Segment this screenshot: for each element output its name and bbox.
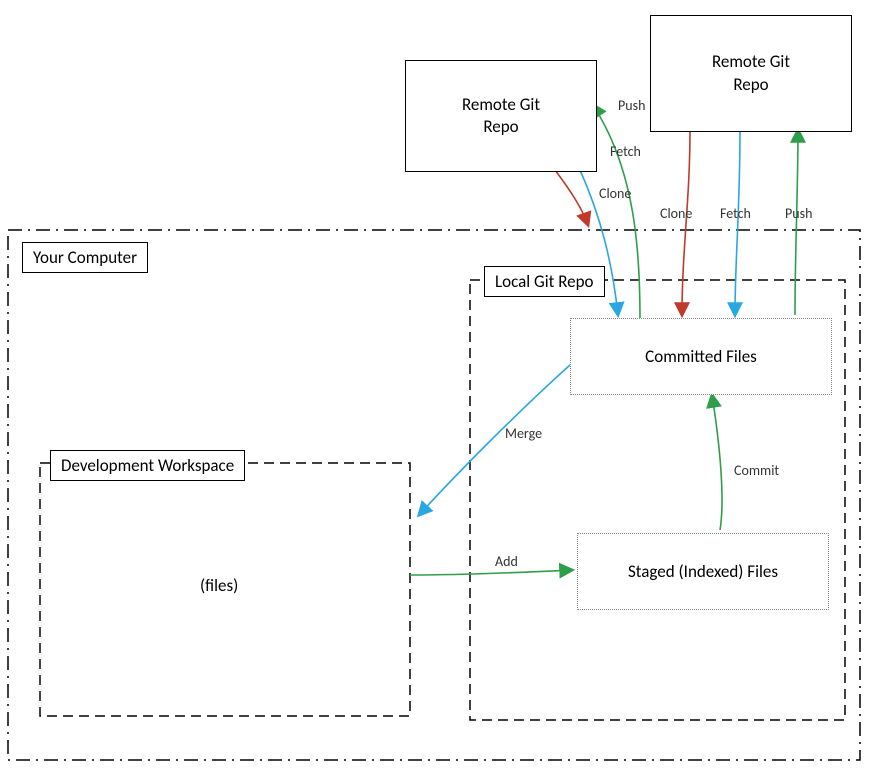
arrow-add <box>410 570 572 575</box>
label-add: Add <box>495 553 518 570</box>
label-commit: Commit <box>734 462 779 479</box>
dev-workspace-label: Development Workspace <box>50 450 245 481</box>
files-text: (files) <box>200 575 238 596</box>
label-merge: Merge <box>505 425 542 442</box>
committed-files-box: Committed Files <box>570 318 832 395</box>
arrow-push-right <box>795 130 798 315</box>
label-push-right: Push <box>785 205 812 222</box>
remote-repo-box-2: Remote Git Repo <box>650 15 852 132</box>
label-clone-left: Clone <box>599 185 631 202</box>
label-fetch-left: Fetch <box>610 143 641 160</box>
arrow-clone-right <box>682 130 690 315</box>
label-fetch-right: Fetch <box>720 205 751 222</box>
arrow-fetch-right <box>735 130 740 315</box>
label-clone-right: Clone <box>660 205 692 222</box>
arrow-merge <box>419 365 570 515</box>
label-push-left: Push <box>618 97 645 114</box>
computer-label: Your Computer <box>22 242 148 273</box>
remote-repo-box-1: Remote Git Repo <box>405 60 597 172</box>
arrow-commit <box>712 395 722 530</box>
local-repo-label: Local Git Repo <box>484 266 605 297</box>
diagram-stage: Remote Git Repo Remote Git Repo Your Com… <box>0 0 869 768</box>
computer-container <box>8 230 860 760</box>
staged-files-box: Staged (Indexed) Files <box>577 533 829 610</box>
